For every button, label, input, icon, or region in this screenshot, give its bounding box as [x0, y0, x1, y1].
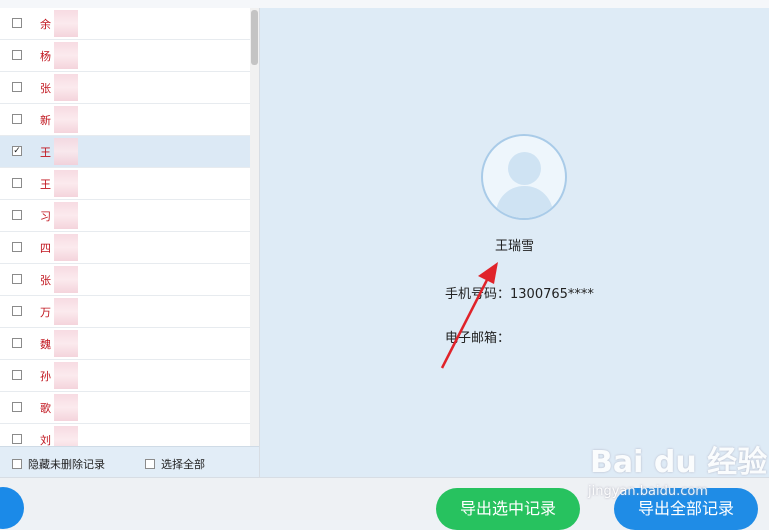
contact-row[interactable]: 四: [0, 232, 250, 264]
contact-name: 王瑞雪: [494, 239, 534, 254]
baidu-watermark-url: jingyan.baidu.com: [588, 484, 708, 499]
list-footer: 隐藏未删除记录 选择全部: [0, 446, 259, 478]
contact-row[interactable]: 新: [0, 104, 250, 136]
contact-checkbox[interactable]: [12, 50, 22, 60]
redaction-mosaic: [54, 10, 78, 37]
select-all-checkbox-box[interactable]: [145, 459, 155, 469]
redaction-mosaic: [54, 170, 78, 197]
redaction-mosaic: [54, 362, 78, 389]
redaction-mosaic: [54, 202, 78, 229]
hide-deleted-checkbox-box[interactable]: [12, 459, 22, 469]
redaction-mosaic: [54, 394, 78, 421]
contact-row[interactable]: 王: [0, 168, 250, 200]
contact-checkbox[interactable]: ✓: [12, 146, 22, 156]
contact-row[interactable]: 刘: [0, 424, 250, 446]
scrollbar-thumb[interactable]: [251, 10, 258, 65]
avatar: [481, 134, 567, 220]
contact-row[interactable]: 杨: [0, 40, 250, 72]
redaction-mosaic: [54, 298, 78, 325]
contact-checkbox[interactable]: [12, 210, 22, 220]
contact-row[interactable]: 魏: [0, 328, 250, 360]
contact-name-label: 张: [40, 274, 51, 287]
baidu-watermark-logo: Bai du 经验: [590, 445, 768, 480]
contact-name-label: 魏: [40, 338, 51, 351]
contact-row[interactable]: 歌: [0, 392, 250, 424]
contact-row[interactable]: 孙: [0, 360, 250, 392]
contact-name-label: 余: [40, 18, 51, 31]
contact-name-label: 新: [40, 114, 51, 127]
redaction-mosaic: [54, 138, 78, 165]
contact-list-panel: 余杨张新 ✓ 王王习四张万魏孙歌刘 隐藏未删除记录 选择全部: [0, 8, 260, 478]
contact-checkbox[interactable]: [12, 274, 22, 284]
contact-name-label: 张: [40, 82, 51, 95]
contact-name-label: 杨: [40, 50, 51, 63]
redaction-mosaic: [54, 330, 78, 357]
contact-checkbox[interactable]: [12, 338, 22, 348]
contact-name-label: 习: [40, 210, 51, 223]
contact-checkbox[interactable]: [12, 434, 22, 444]
contact-name-label: 刘: [40, 434, 51, 446]
contact-name-label: 歌: [40, 402, 51, 415]
contact-row[interactable]: ✓ 王: [0, 136, 250, 168]
contact-row[interactable]: 张: [0, 264, 250, 296]
avatar-head-icon: [508, 152, 541, 185]
contact-row[interactable]: 习: [0, 200, 250, 232]
select-all-label: 选择全部: [161, 458, 205, 471]
hide-deleted-checkbox[interactable]: 隐藏未删除记录: [12, 456, 105, 472]
red-arrow-annotation: [440, 262, 498, 369]
redaction-mosaic: [54, 42, 78, 69]
contact-row[interactable]: 万: [0, 296, 250, 328]
hide-deleted-label: 隐藏未删除记录: [28, 458, 105, 471]
contact-name-label: 王: [40, 178, 51, 191]
contact-detail-panel: 王瑞雪 手机号码：1300765**** 电子邮箱：: [260, 8, 769, 477]
contact-checkbox[interactable]: [12, 18, 22, 28]
contact-checkbox[interactable]: [12, 82, 22, 92]
contact-list-scrollbar[interactable]: [250, 8, 259, 446]
contact-checkbox[interactable]: [12, 242, 22, 252]
contact-checkbox[interactable]: [12, 114, 22, 124]
contact-name-label: 万: [40, 306, 51, 319]
redaction-mosaic: [54, 426, 78, 446]
contact-list: 余杨张新 ✓ 王王习四张万魏孙歌刘: [0, 8, 250, 446]
avatar-body-icon: [496, 186, 553, 218]
contact-checkbox[interactable]: [12, 370, 22, 380]
contact-name-label: 孙: [40, 370, 51, 383]
redaction-mosaic: [54, 106, 78, 133]
redaction-mosaic: [54, 234, 78, 261]
contact-checkbox[interactable]: [12, 306, 22, 316]
export-selected-button[interactable]: 导出选中记录: [436, 488, 580, 530]
contact-name-label: 四: [40, 242, 51, 255]
contact-checkbox[interactable]: [12, 178, 22, 188]
contact-row[interactable]: 余: [0, 8, 250, 40]
select-all-checkbox[interactable]: 选择全部: [145, 456, 205, 472]
contact-checkbox[interactable]: [12, 402, 22, 412]
phone-value: 1300765****: [510, 287, 594, 302]
redaction-mosaic: [54, 74, 78, 101]
redaction-mosaic: [54, 266, 78, 293]
round-action-button[interactable]: [0, 487, 24, 529]
contact-name-label: 王: [40, 146, 51, 159]
contact-row[interactable]: 张: [0, 72, 250, 104]
